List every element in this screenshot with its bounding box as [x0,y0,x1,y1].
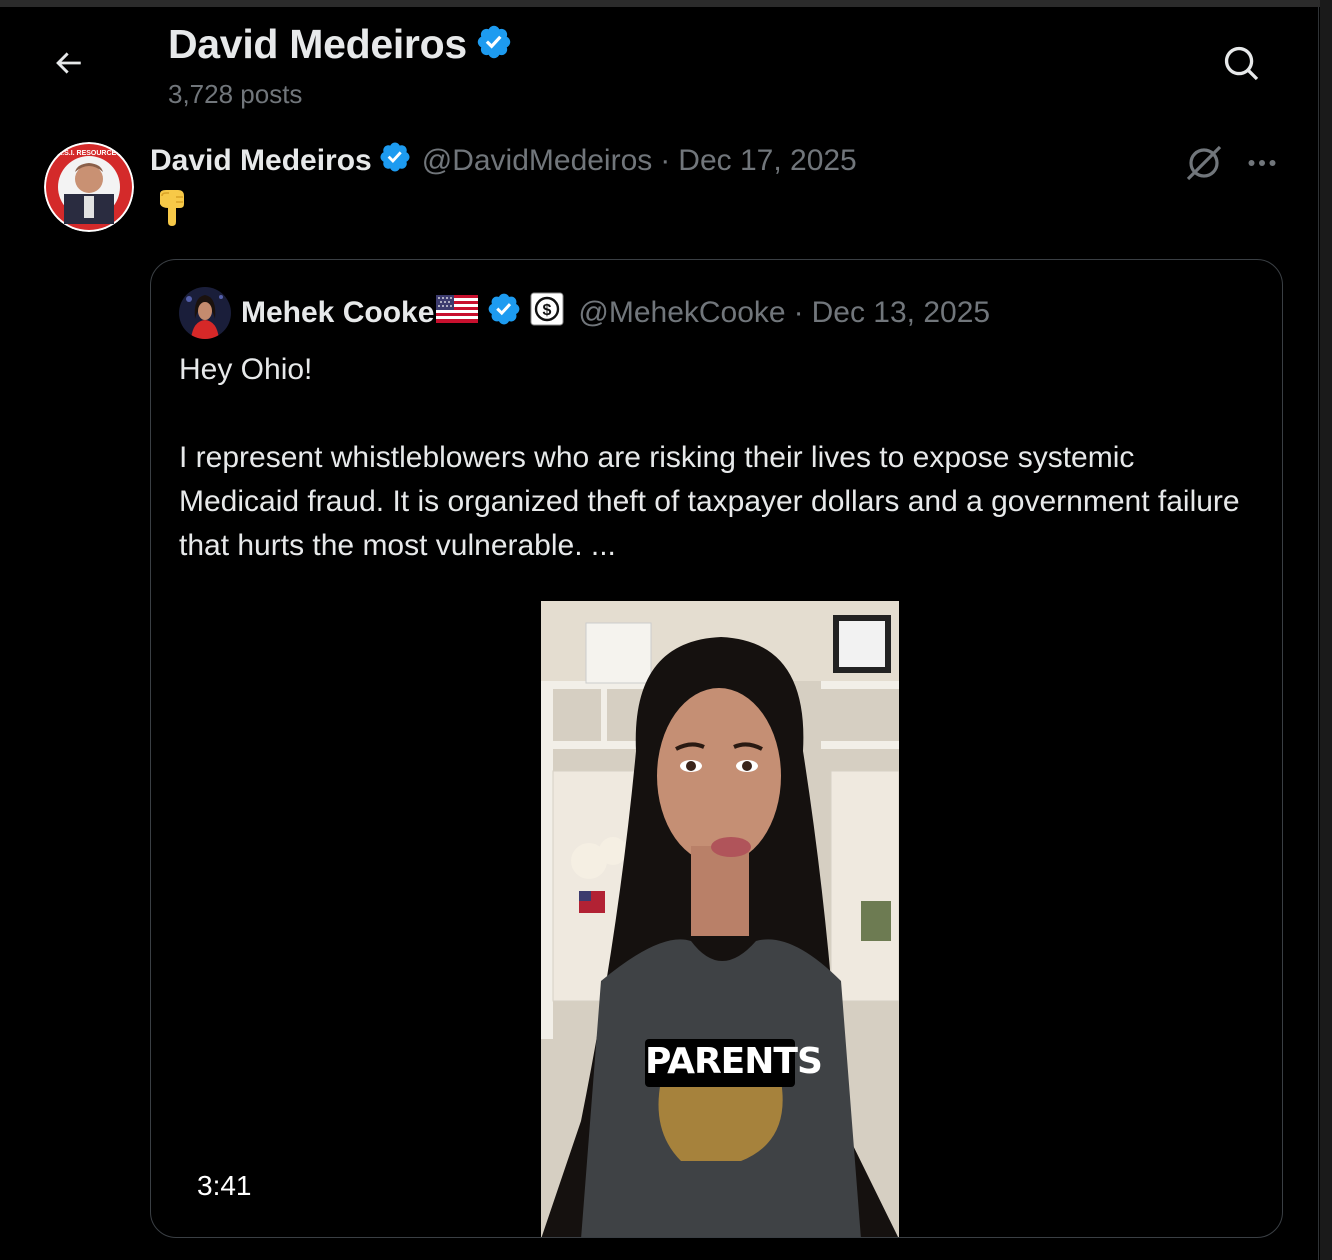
quoted-author-handle[interactable]: @MehekCooke [578,296,785,330]
profile-title-row: David Medeiros [168,21,513,68]
posts-count: 3,728 posts [168,79,303,109]
window-right-edge [1320,0,1332,1260]
column-divider [1318,7,1319,1260]
svg-text:A.S.I. RESOURCES: A.S.I. RESOURCES [57,150,121,157]
verified-badge-icon [378,140,412,182]
author-handle[interactable]: @DavidMedeiros [422,144,653,178]
back-button[interactable] [44,39,92,87]
separator-dot: · [793,296,804,329]
quoted-text-line: Hey Ohio! [179,353,313,386]
quoted-text-paragraph: I represent whistleblowers who are riski… [179,441,1240,562]
search-button[interactable] [1218,40,1266,88]
pointing-down-icon [152,188,192,228]
svg-text:$: $ [543,302,552,319]
profile-header: David Medeiros 3,728 posts [0,7,1318,117]
more-options-button[interactable] [1240,141,1284,185]
grok-icon [1186,145,1222,181]
quoted-post-header: Mehek Cooke $ @MehekCooke · Dec 13, 2025 [241,292,990,334]
us-flag-icon [436,295,479,331]
quoted-post-date[interactable]: Dec 13, 2025 [812,296,990,330]
quoted-author-name[interactable]: Mehek Cooke [241,296,434,330]
video-duration: 3:41 [197,1170,252,1201]
author-avatar[interactable]: A.S.I. RESOURCES [44,142,134,232]
verified-badge-icon [486,291,522,335]
separator-dot: · [660,144,671,177]
verified-badge-icon [475,23,513,66]
video-thumbnail[interactable]: PARENTS [541,601,899,1237]
more-icon [1248,160,1276,166]
post-header: David Medeiros @DavidMedeiros · Dec 17, … [150,140,857,182]
profile-title: David Medeiros [168,21,467,67]
quoted-author-avatar[interactable] [179,287,231,339]
quoted-post-card[interactable]: Mehek Cooke $ @MehekCooke · Dec 13, 2025… [150,259,1283,1238]
grok-button[interactable] [1182,141,1226,185]
search-icon [1224,46,1259,81]
post-date[interactable]: Dec 17, 2025 [678,144,856,178]
window-top-border [0,0,1332,7]
author-name[interactable]: David Medeiros [150,144,372,178]
quoted-post-text: Hey Ohio! I represent whistleblowers who… [179,348,1259,568]
app-window: David Medeiros 3,728 posts A.S.I. RESOUR… [0,0,1332,1260]
video-caption: PARENTS [645,1041,823,1082]
arrow-left-icon [56,52,81,74]
dollar-badge-icon: $ [530,292,564,334]
